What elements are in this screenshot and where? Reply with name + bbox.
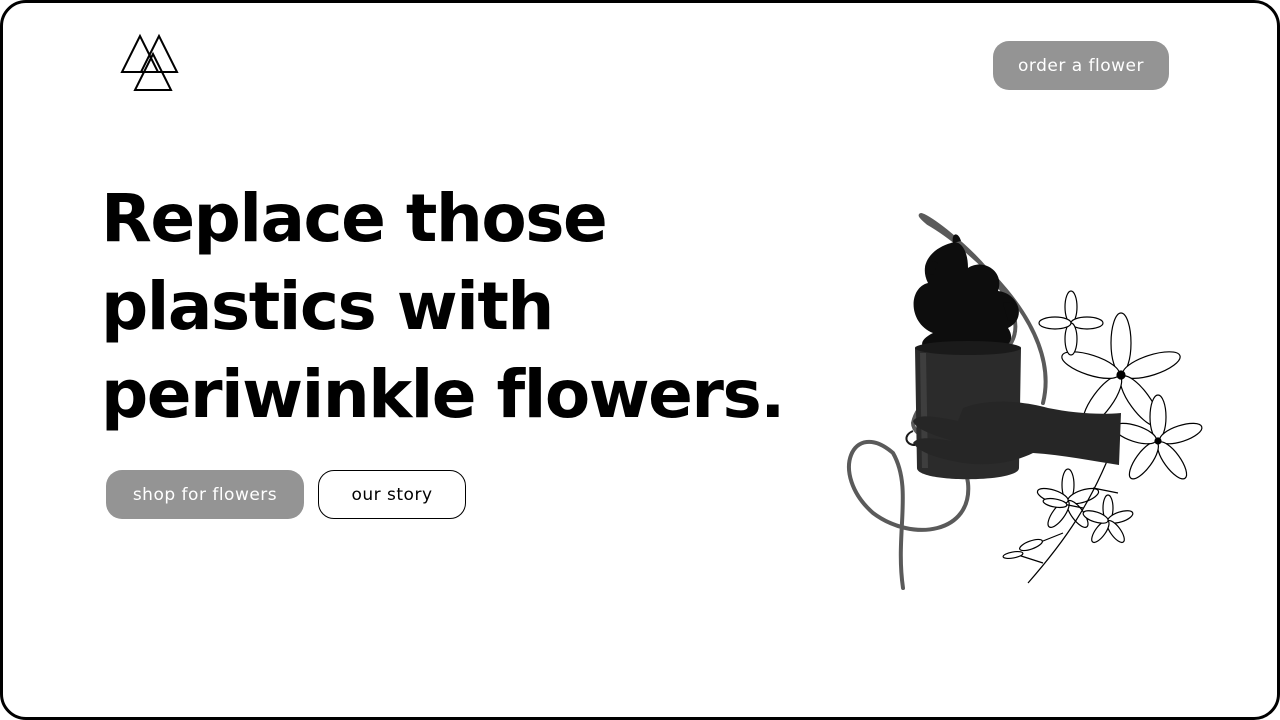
hero-illustration (847, 213, 1203, 590)
headline-line-1: Replace those (101, 180, 608, 257)
our-story-button[interactable]: our story (318, 470, 466, 519)
page-frame: order a flower Replace those plastics wi… (0, 0, 1280, 720)
logo-icon[interactable] (119, 33, 185, 93)
cta-row: shop for flowers our story (106, 470, 466, 519)
headline-line-2: plastics with (101, 268, 554, 345)
shop-for-flowers-button[interactable]: shop for flowers (106, 470, 304, 519)
order-flower-button[interactable]: order a flower (993, 41, 1169, 90)
headline-line-3: periwinkle flowers. (101, 356, 785, 433)
hero-headline: Replace those plastics with periwinkle f… (101, 175, 861, 439)
